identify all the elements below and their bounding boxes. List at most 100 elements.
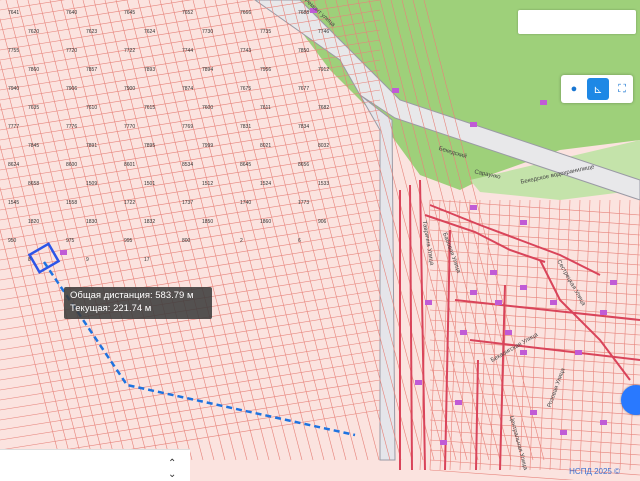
parcel-number: 17 <box>144 257 150 263</box>
parcel-number: 8601 <box>124 162 135 168</box>
parcel-number: 8645 <box>240 162 251 168</box>
scale-select[interactable]: ⌃ ⌄ <box>0 449 190 481</box>
parcel-number: 7900 <box>124 86 135 92</box>
building <box>550 300 557 305</box>
building <box>530 410 537 415</box>
parcel-number: 7720 <box>66 48 77 54</box>
parcel-number: 975 <box>66 238 75 244</box>
parcel-number: 1722 <box>124 200 135 206</box>
parcel-number: 1850 <box>202 219 213 225</box>
parcel-number: 2 <box>240 238 243 244</box>
building <box>60 250 67 255</box>
point-icon[interactable]: ● <box>563 78 585 100</box>
building <box>392 88 399 93</box>
parcel-number: 1860 <box>260 219 271 225</box>
building <box>560 430 567 435</box>
parcel-number: 7850 <box>298 48 309 54</box>
building <box>600 310 607 315</box>
parcel-number: 7845 <box>28 143 39 149</box>
parcel-number: 7730 <box>202 29 213 35</box>
parcel-number: 7776 <box>66 124 77 130</box>
chevron-updown-icon: ⌃ ⌄ <box>168 458 177 480</box>
ruler-icon[interactable]: ⊾ <box>587 78 609 100</box>
parcel-number: 1533 <box>318 181 329 187</box>
parcel-number: 7623 <box>86 29 97 35</box>
parcel-number: 7895 <box>144 143 155 149</box>
parcel-number: 7652 <box>182 10 193 16</box>
parcel-number: 7912 <box>318 67 329 73</box>
parcel-number: 7894 <box>202 67 213 73</box>
parcel-number: 7940 <box>8 86 19 92</box>
parcel-number: 7857 <box>86 67 97 73</box>
parcel-number: 7641 <box>8 10 19 16</box>
parcel-number: 7620 <box>28 29 39 35</box>
parcel-number: 7999 <box>202 143 213 149</box>
parcel-number: 7893 <box>144 67 155 73</box>
parcel-number: 8656 <box>298 162 309 168</box>
parcel-number: 8600 <box>66 162 77 168</box>
building <box>600 420 607 425</box>
parcel-number: 7744 <box>182 48 193 54</box>
building <box>520 285 527 290</box>
parcel-number: 1545 <box>8 200 19 206</box>
building <box>425 300 432 305</box>
measure-controls: ● ⊾ ⛶ <box>561 75 633 103</box>
parcel-number: 7722 <box>124 48 135 54</box>
parcel-number: 7769 <box>182 124 193 130</box>
parcel-number: 7675 <box>240 86 251 92</box>
cadastral-map[interactable]: 7641 7640 7645 7652 7666 7688 7620 7623 7624 7730… <box>0 0 640 480</box>
parcel-number: 1737 <box>182 200 193 206</box>
parcel-number: 1524 <box>260 181 271 187</box>
parcel-number: 1501 <box>144 181 155 187</box>
building <box>610 280 617 285</box>
parcel-number: 950 <box>8 238 17 244</box>
parcel-number: 7600 <box>202 105 213 111</box>
parcel-number: 6 <box>298 238 301 244</box>
parcel-number: 8624 <box>8 162 19 168</box>
parcel-number: 1509 <box>86 181 97 187</box>
parcel-number: 7611 <box>260 105 271 111</box>
parcel-number: 1512 <box>202 181 213 187</box>
parcel-number: 995 <box>124 238 133 244</box>
parcel-number: 1820 <box>28 219 39 225</box>
parcel-number: 7834 <box>298 124 309 130</box>
parcel-number: 7635 <box>28 105 39 111</box>
parcel-number: 7777 <box>8 124 19 130</box>
building <box>520 220 527 225</box>
parcel-number: 7624 <box>144 29 155 35</box>
parcel-number: 1740 <box>240 200 251 206</box>
parcel-number: 7831 <box>240 124 251 130</box>
parcel-number: 7906 <box>66 86 77 92</box>
copyright: НСПД 2025 © <box>569 467 620 476</box>
parcel-number: 7860 <box>28 67 39 73</box>
area-icon[interactable]: ⛶ <box>611 78 633 100</box>
building <box>520 350 527 355</box>
parcel-number: 8021 <box>260 143 271 149</box>
parcel-number: 9 <box>86 257 89 263</box>
building <box>415 380 422 385</box>
parcel-number: 7610 <box>86 105 97 111</box>
parcel-number: 7640 <box>66 10 77 16</box>
building <box>470 205 477 210</box>
parcel-number: 7743 <box>240 48 251 54</box>
parcel-number: 800 <box>182 238 191 244</box>
parcel-number: 7874 <box>182 86 193 92</box>
parcel-number: 7688 <box>298 10 309 16</box>
parcel-number: 1773 <box>298 200 309 206</box>
building <box>470 290 477 295</box>
parcel-number: 8 <box>28 257 31 263</box>
layer-chip[interactable] <box>518 10 636 34</box>
parcel-number: 7645 <box>124 10 135 16</box>
parcel-number: 8658 <box>28 181 39 187</box>
parcel-number: 7682 <box>318 105 329 111</box>
parcel-number: 7746 <box>318 29 329 35</box>
parcel-number: 7615 <box>144 105 155 111</box>
parcel-number: 7666 <box>240 10 251 16</box>
building <box>490 270 497 275</box>
measure-tooltip: Общая дистанция: 583.79 м Текущая: 221.7… <box>64 287 212 319</box>
parcel-number: 7891 <box>86 143 97 149</box>
building <box>540 100 547 105</box>
building <box>455 400 462 405</box>
parcel-number: 7735 <box>260 29 271 35</box>
building <box>460 330 467 335</box>
